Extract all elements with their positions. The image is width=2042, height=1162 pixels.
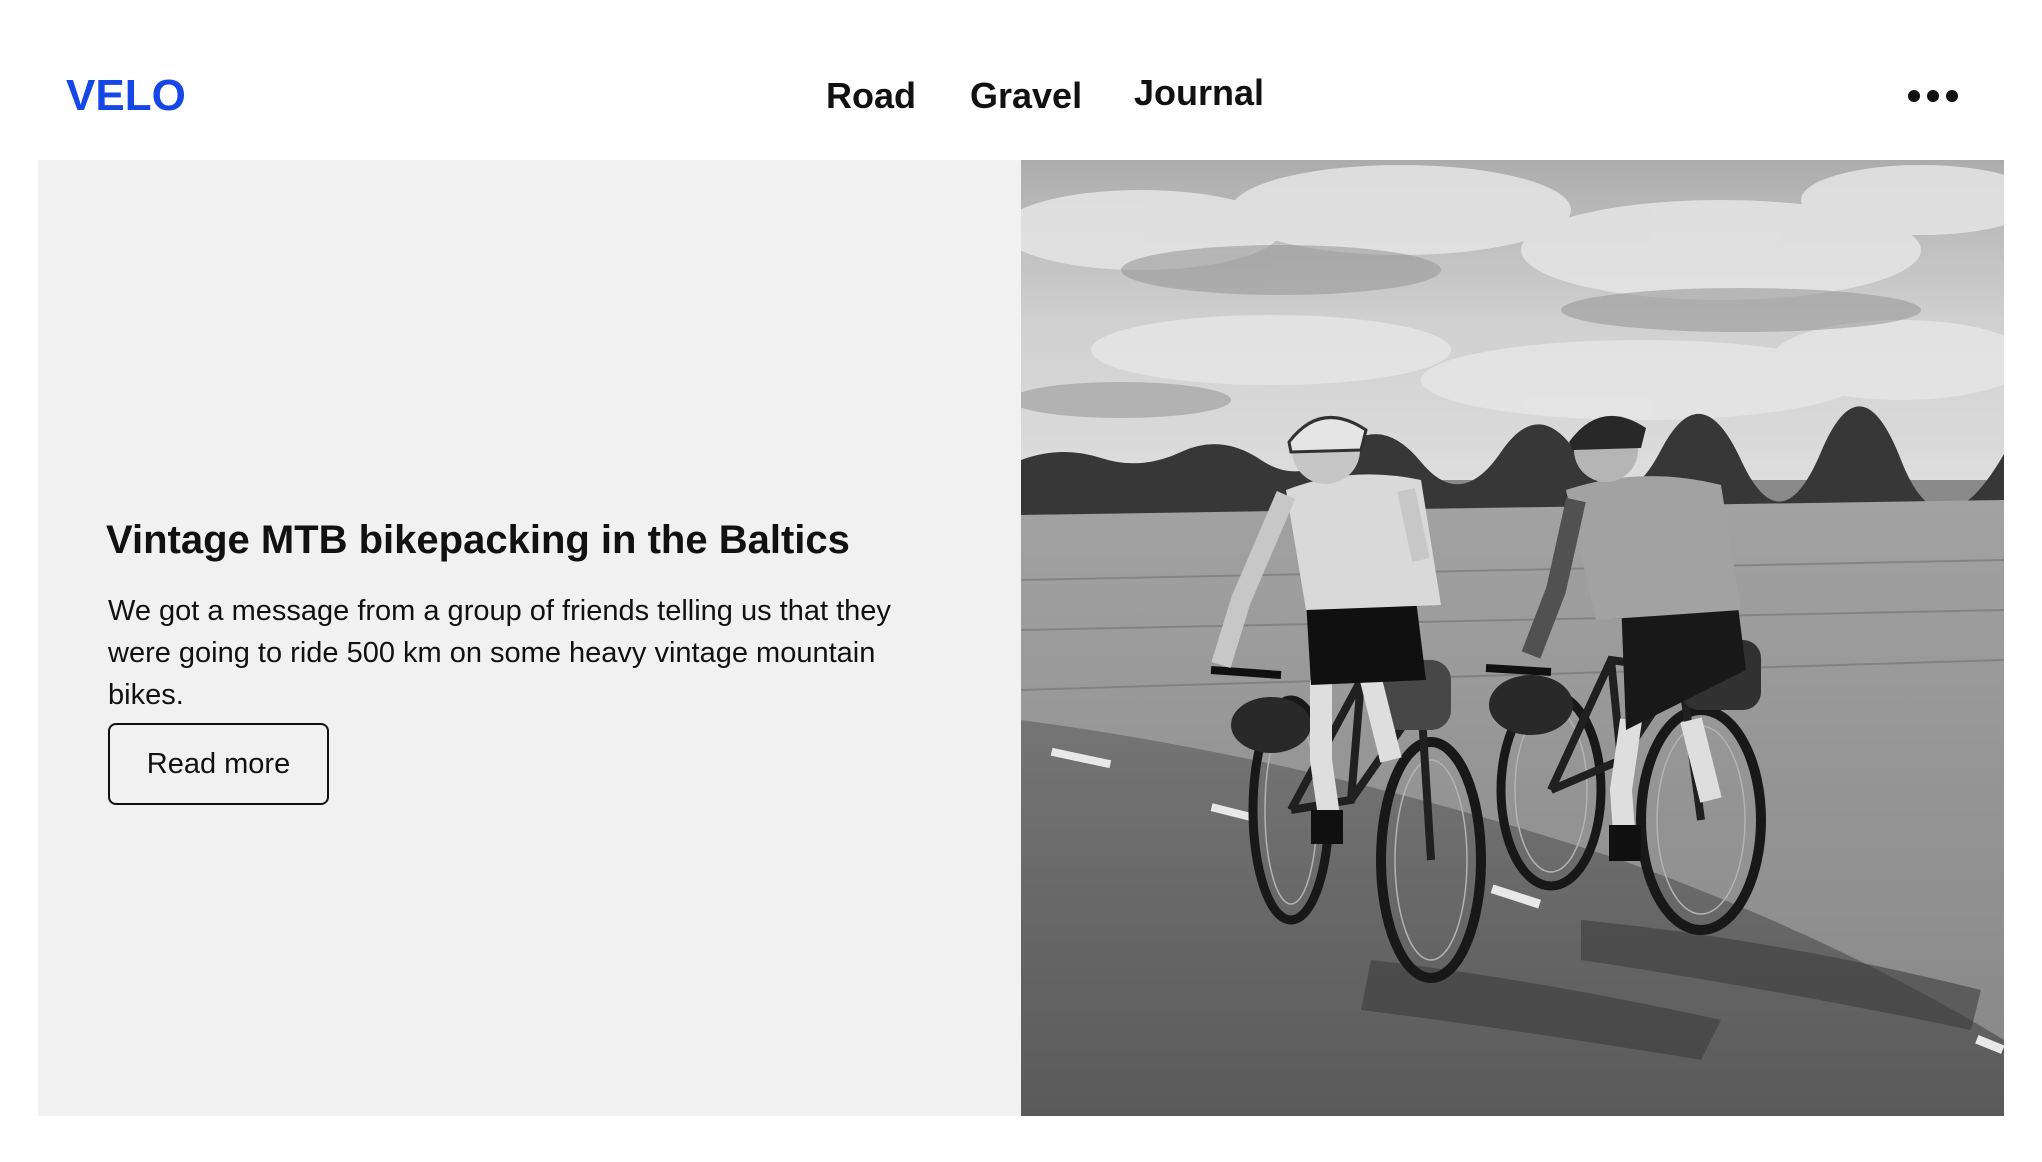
nav-item-road[interactable]: Road [826,68,916,124]
hero-text-panel: Vintage MTB bikepacking in the Baltics W… [38,160,1021,1116]
cyclists-photo [1021,160,2004,1116]
nav-item-journal[interactable]: Journal [1134,65,1264,121]
hero-section: Vintage MTB bikepacking in the Baltics W… [38,160,2004,1116]
main-nav: Road Gravel Journal [0,68,2042,124]
site-header: VELO Road Gravel Journal [0,0,2042,160]
hero-image [1021,160,2004,1116]
hero-title: Vintage MTB bikepacking in the Baltics [106,518,850,562]
more-menu-button[interactable] [1900,80,1966,112]
nav-item-gravel[interactable]: Gravel [970,68,1082,124]
hero-description: We got a message from a group of friends… [108,595,891,711]
read-more-button[interactable]: Read more [108,723,329,805]
